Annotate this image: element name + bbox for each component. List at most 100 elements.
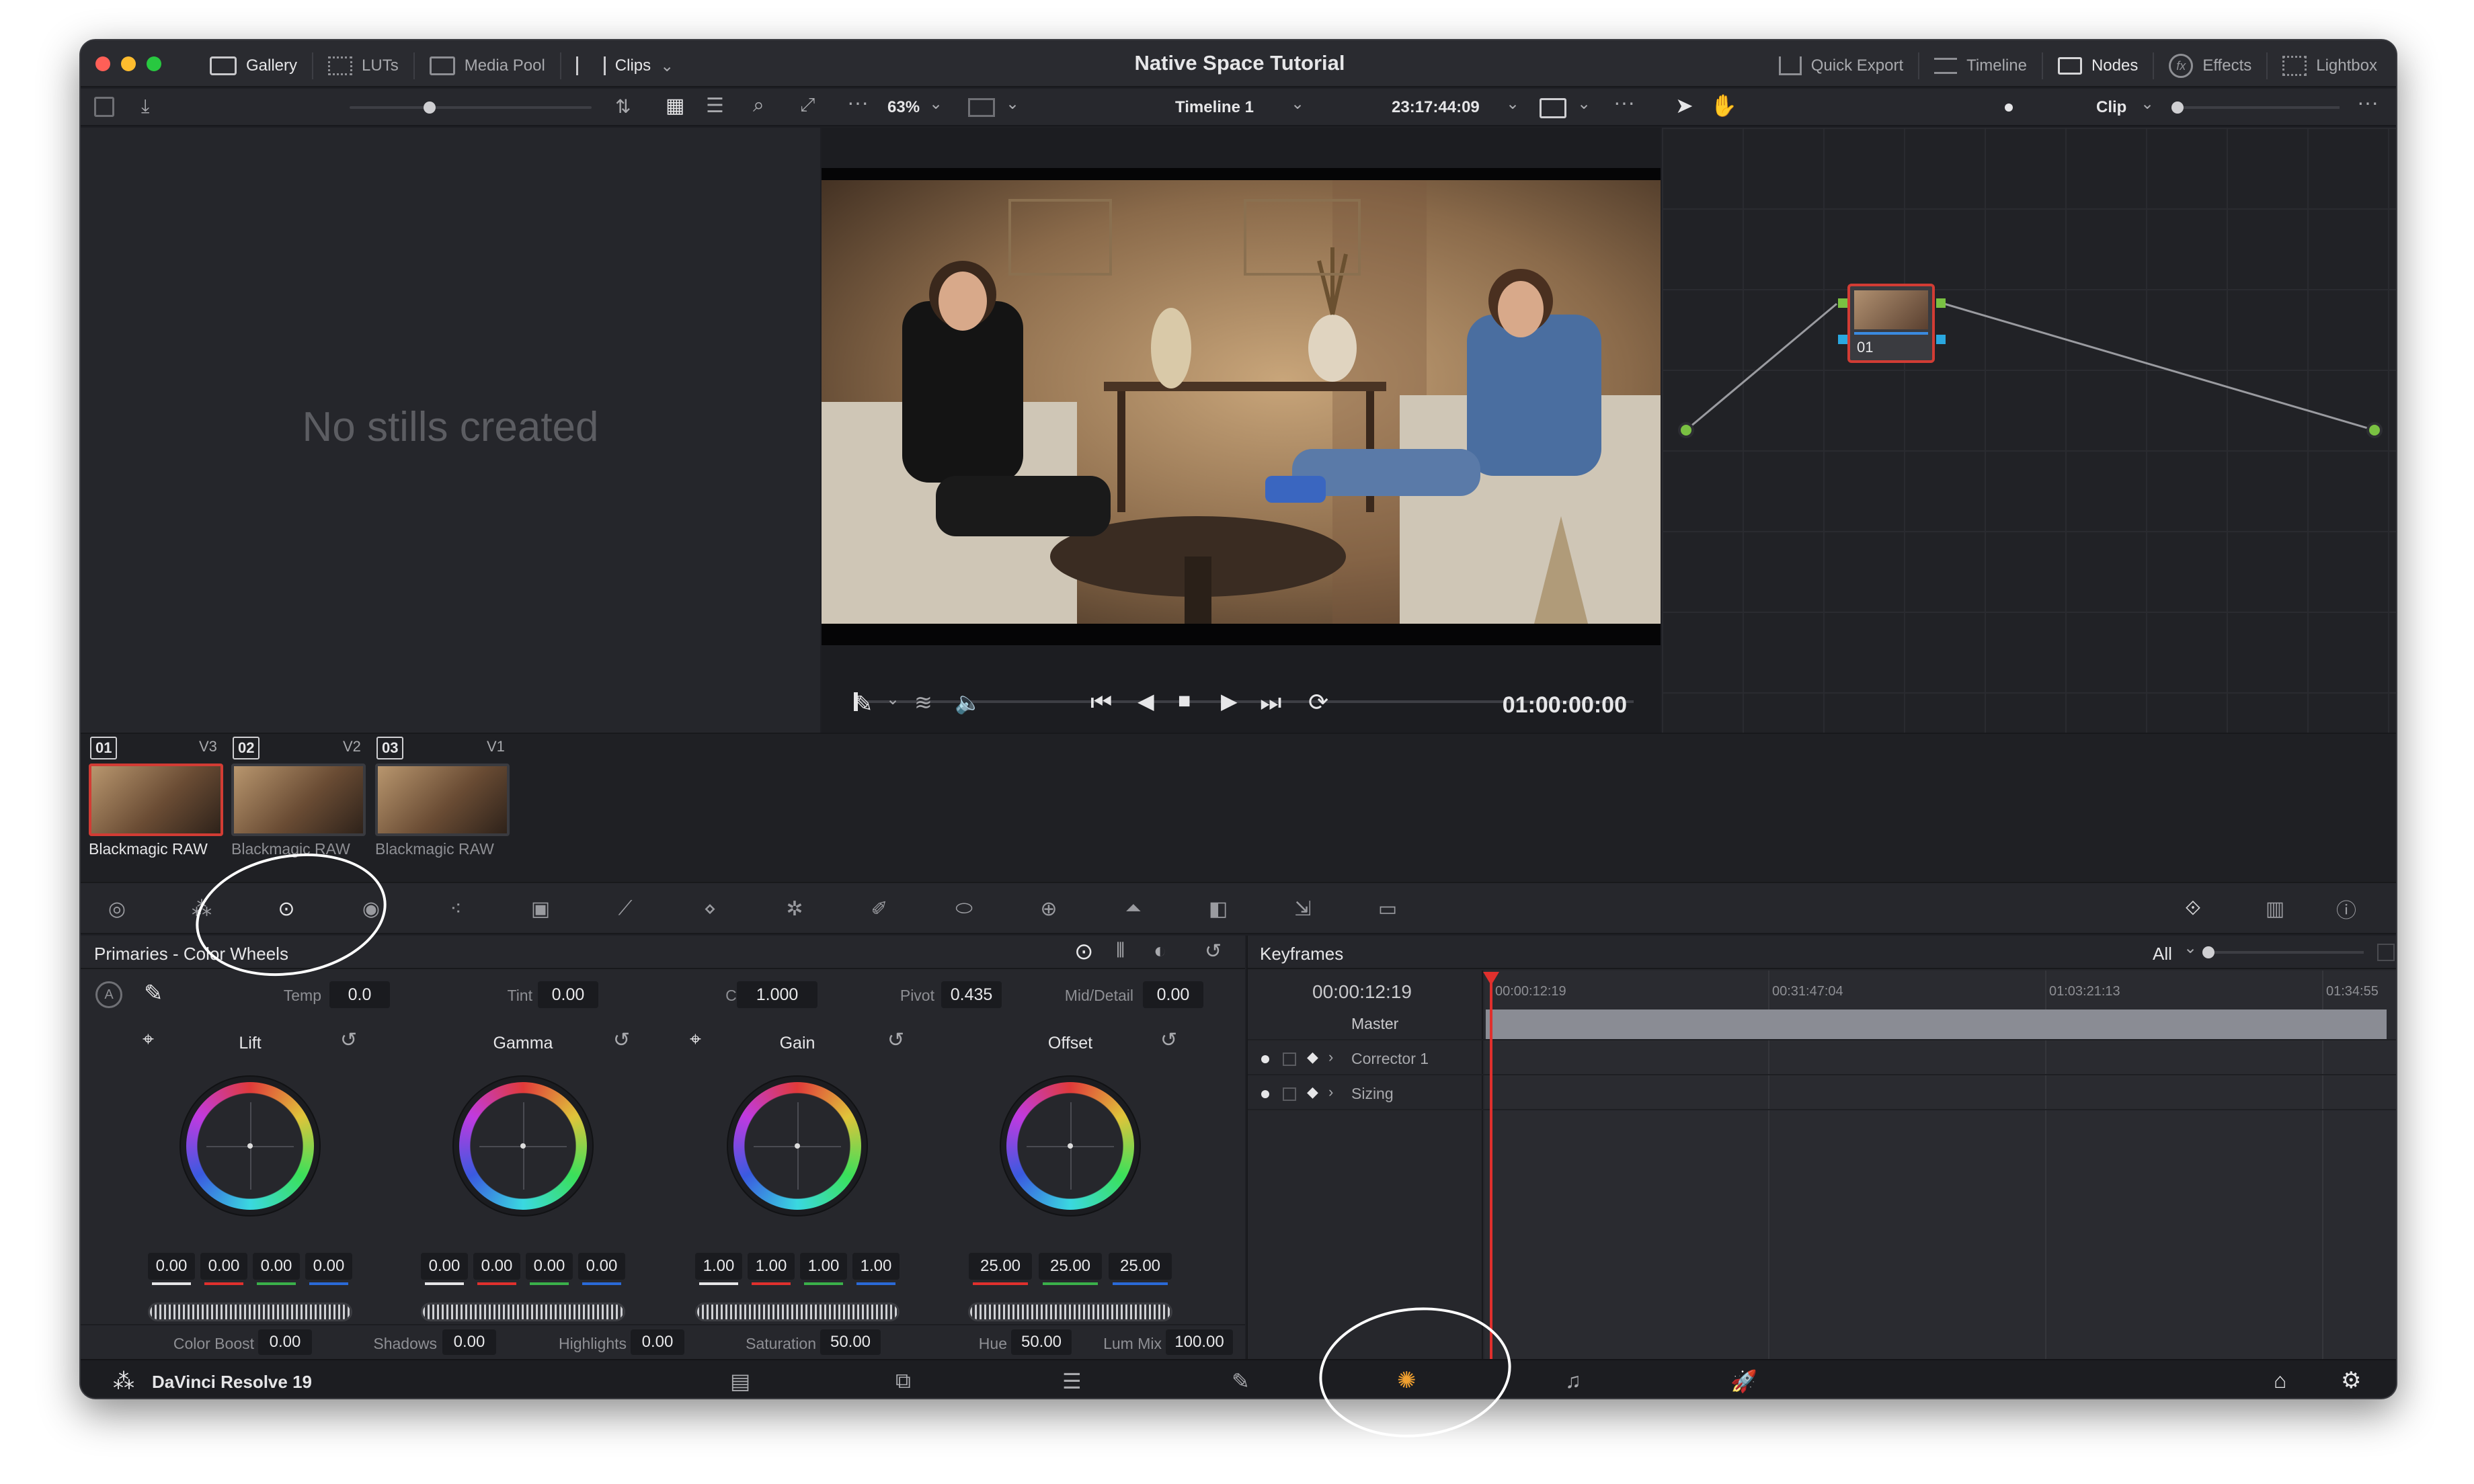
blur-icon[interactable]: ⏶ (1117, 893, 1150, 925)
grid-view-icon[interactable]: ▦ (666, 94, 684, 118)
loop-icon[interactable]: ⟳ (1308, 688, 1328, 716)
home-icon[interactable]: ⌂ (2274, 1368, 2286, 1393)
wheel-value-field[interactable]: 0.00 (421, 1253, 468, 1280)
keyframes-current-time[interactable]: 00:00:12:19 (1312, 981, 1412, 1003)
expand-icon[interactable] (2377, 944, 2395, 961)
lift-color-wheel[interactable] (186, 1082, 314, 1210)
adjust-value-field[interactable]: 0.00 (538, 981, 598, 1008)
track-enable-dot[interactable] (1261, 1055, 1269, 1063)
track-lock-icon[interactable] (1283, 1087, 1296, 1101)
adjust-value-field[interactable]: 50.00 (1011, 1329, 1072, 1355)
adjust-value-field[interactable]: 0.00 (631, 1329, 684, 1355)
keyframe-track-row[interactable] (1248, 1077, 2396, 1110)
node-rgb-input[interactable] (1838, 298, 1847, 308)
cut-page-icon[interactable]: ⧉ (895, 1368, 911, 1394)
gain-master-wheel[interactable] (695, 1303, 900, 1321)
wheel-puck[interactable] (247, 1143, 253, 1149)
stop-icon[interactable]: ■ (1178, 688, 1191, 713)
fullscreen-icon[interactable]: ⤢ (800, 94, 815, 116)
zoom-level[interactable]: 63% (887, 98, 920, 117)
auto-balance-icon[interactable]: A (95, 981, 122, 1008)
wheel-picker-icon[interactable]: ⌖ (143, 1028, 154, 1051)
play-reverse-icon[interactable]: ◀ (1138, 688, 1154, 714)
adjust-value-field[interactable]: 0.00 (258, 1329, 312, 1355)
tab-nodes[interactable]: Nodes (2043, 56, 2153, 75)
edit-page-icon[interactable]: ☰ (1062, 1368, 1082, 1394)
clip-mode-selector[interactable]: Clip (2096, 98, 2126, 117)
keyframes-toggle-icon[interactable]: ⟐ (2177, 893, 2209, 925)
play-icon[interactable]: ▶ (1221, 688, 1238, 714)
adjust-value-field[interactable]: 100.00 (1166, 1329, 1233, 1355)
wheel-value-field[interactable]: 0.00 (578, 1253, 625, 1280)
wheel-picker-icon[interactable]: ⌖ (690, 1028, 701, 1051)
add-keyframe-icon[interactable]: ◆ (1307, 1048, 1318, 1066)
keyframes-playhead[interactable] (1490, 976, 1492, 1359)
tab-timeline[interactable]: Timeline (1919, 56, 2042, 75)
settings-gear-icon[interactable]: ⚙ (2341, 1367, 2361, 1394)
slider-knob[interactable] (424, 101, 436, 114)
fairlight-page-icon[interactable]: ♫ (1565, 1368, 1581, 1393)
clip-thumbnail[interactable] (231, 764, 366, 836)
viewer-mode-icon[interactable] (968, 98, 995, 117)
node-input-port[interactable] (1678, 422, 1694, 438)
add-keyframe-icon[interactable]: ◆ (1307, 1083, 1318, 1101)
slider-knob[interactable] (2171, 101, 2184, 114)
chevron-down-icon[interactable]: ⌄ (1006, 94, 1019, 114)
info-icon[interactable]: ⓘ (2330, 893, 2362, 925)
list-view-icon[interactable]: ☰ (706, 94, 724, 118)
sidebar-toggle-icon[interactable] (94, 97, 114, 117)
more-options-icon[interactable]: ··· (2357, 90, 2379, 115)
wheel-value-field[interactable]: 0.00 (526, 1253, 573, 1280)
slider-knob[interactable] (2202, 946, 2214, 958)
layers-icon[interactable]: ≋ (914, 690, 932, 715)
camera-raw-icon[interactable]: ◎ (101, 893, 133, 925)
hand-icon[interactable]: ✋ (1710, 93, 1737, 118)
skip-to-end-icon[interactable]: ⏭ (1260, 688, 1281, 717)
rgb-mixer-icon[interactable]: ⁖ (440, 893, 472, 925)
expand-chevron-icon[interactable]: › (1328, 1048, 1333, 1066)
download-icon[interactable]: ⤓ (141, 95, 149, 118)
chevron-down-icon[interactable]: ⌄ (2141, 94, 2154, 114)
adjust-value-field[interactable]: 0.00 (1143, 981, 1203, 1008)
adjust-value-field[interactable]: 0.435 (941, 981, 1002, 1008)
wheel-value-field[interactable]: 1.00 (800, 1253, 847, 1280)
wheel-value-field[interactable]: 1.00 (695, 1253, 742, 1280)
tab-lightbox[interactable]: Lightbox (2268, 56, 2392, 76)
reset-icon[interactable]: ↺ (1205, 940, 1222, 963)
color-warper-icon[interactable]: ⋄ (694, 893, 726, 925)
viewer-timecode[interactable]: 01:00:00:00 (1503, 692, 1627, 718)
keyframes-zoom-slider[interactable] (2202, 946, 2364, 958)
wheel-puck[interactable] (1068, 1143, 1073, 1149)
adjust-value-field[interactable]: 1.000 (737, 981, 817, 1008)
offset-master-wheel[interactable] (968, 1303, 1172, 1321)
chevron-down-icon[interactable]: ⌄ (1291, 94, 1304, 114)
clip-thumbnail[interactable] (375, 764, 510, 836)
corrector-node[interactable]: 01 (1847, 284, 1935, 363)
sort-icon[interactable]: ⇅ (615, 95, 631, 118)
chevron-down-icon[interactable]: ⌄ (929, 94, 943, 114)
chevron-down-icon[interactable]: ⌄ (1506, 94, 1519, 114)
wheel-value-field[interactable]: 25.00 (969, 1253, 1032, 1280)
wheel-value-field[interactable]: 0.00 (148, 1253, 195, 1280)
adjust-value-field[interactable]: 50.00 (820, 1329, 881, 1355)
track-enable-dot[interactable] (1261, 1090, 1269, 1098)
master-keyframe-bar[interactable] (1486, 1009, 2387, 1039)
skip-to-start-icon[interactable]: ⏮ (1090, 688, 1112, 717)
chevron-down-icon[interactable]: ⌄ (886, 690, 900, 709)
chevron-down-icon[interactable]: ⌄ (2184, 938, 2197, 958)
adjust-value-field[interactable]: 0.00 (442, 1329, 496, 1355)
wheel-reset-icon[interactable]: ↺ (1160, 1028, 1177, 1052)
wheel-value-field[interactable]: 0.00 (200, 1253, 247, 1280)
wheel-value-field[interactable]: 0.00 (473, 1253, 520, 1280)
more-options-icon[interactable]: ··· (847, 90, 869, 115)
volume-icon[interactable]: 🔈 (955, 690, 982, 715)
log-wheels-mode-icon[interactable]: ◐ (1154, 938, 1166, 963)
tracker-icon[interactable]: ⬭ (948, 893, 980, 925)
source-timecode[interactable]: 23:17:44:09 (1392, 98, 1480, 117)
wheel-value-field[interactable]: 25.00 (1039, 1253, 1102, 1280)
wheel-value-field[interactable]: 25.00 (1109, 1253, 1172, 1280)
magic-mask-icon[interactable]: ⊕ (1033, 893, 1065, 925)
node-editor[interactable]: 01 (1662, 128, 2396, 733)
search-icon[interactable]: ⌕ (753, 94, 764, 117)
node-output-port[interactable] (2366, 422, 2383, 438)
